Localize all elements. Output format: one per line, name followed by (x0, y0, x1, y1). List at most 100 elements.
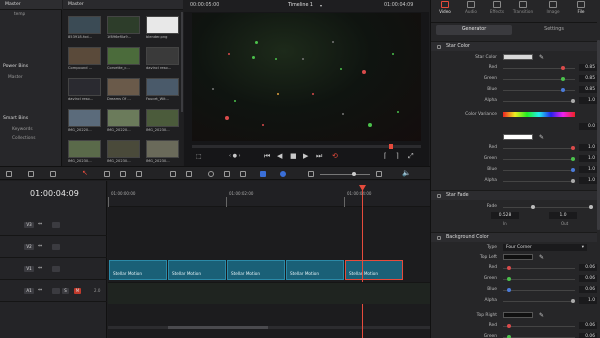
tab-transition[interactable]: Transition (511, 1, 535, 14)
timeline-scrollbar[interactable] (108, 326, 430, 329)
param-knob[interactable] (507, 266, 512, 270)
media-clip[interactable]: 1f896ef0a9... (107, 16, 140, 42)
link-icon[interactable] (224, 171, 230, 177)
current-timecode[interactable]: 01:00:04:09 (30, 189, 79, 198)
param-track[interactable] (503, 101, 575, 102)
param-knob[interactable] (560, 66, 565, 70)
param-knob[interactable] (571, 299, 575, 303)
media-clip[interactable]: IMG_20230... (146, 140, 179, 166)
fullscreen-icon[interactable]: ⤢ (408, 152, 414, 161)
section-star-color[interactable]: Star Color (431, 41, 597, 51)
eyedropper-icon[interactable]: ✎ (539, 54, 544, 61)
param-track[interactable] (503, 268, 575, 269)
scrubber-playhead[interactable] (389, 144, 393, 149)
flag-icon[interactable] (260, 171, 266, 177)
skip-end-icon[interactable]: ⏭ (316, 152, 322, 161)
media-clip[interactable]: IMG_20220... (68, 109, 101, 135)
solo-button[interactable]: S (62, 288, 69, 294)
media-clip[interactable]: IMG_20230... (146, 109, 179, 135)
tab-video[interactable]: Video (433, 1, 457, 14)
section-background-color[interactable]: Background Color (431, 232, 597, 242)
zoom-slider[interactable] (320, 174, 370, 175)
section-toggle-icon[interactable] (437, 45, 441, 49)
section-toggle-icon[interactable] (437, 194, 441, 198)
track-header-v1[interactable]: V1 ⇔ (0, 258, 107, 280)
fade-track[interactable] (503, 207, 593, 208)
zoom-slider-knob[interactable] (352, 172, 356, 176)
tab-generator[interactable]: Generator (436, 25, 512, 35)
param-track[interactable] (503, 170, 575, 171)
top-left-swatch[interactable] (503, 254, 533, 260)
param-track[interactable] (503, 148, 575, 149)
smart-bin-collections[interactable]: Collections (12, 136, 36, 141)
timeline-clip[interactable]: Stellar Motion (109, 260, 167, 280)
link-track-icon[interactable]: ⇔ (38, 221, 42, 227)
media-clip[interactable]: blender.png (146, 16, 179, 42)
track-toggle-icon[interactable] (52, 288, 60, 294)
timeline-area[interactable]: Stellar Motion Stellar Motion Stellar Moti… (108, 181, 430, 338)
viewer-scrubber[interactable] (192, 144, 421, 149)
section-star-fade[interactable]: Star Fade (431, 190, 597, 200)
bin-temp[interactable]: temp (14, 12, 25, 17)
bg-type-select[interactable]: Four Corner ▾ (503, 244, 587, 251)
media-clip[interactable]: Compound ... (68, 47, 101, 73)
param-track[interactable] (503, 290, 575, 291)
selection-tool-icon[interactable]: ↖ (82, 169, 88, 177)
param-knob[interactable] (571, 99, 575, 103)
star-color-swatch[interactable] (503, 54, 533, 60)
timeline-options-icon[interactable] (50, 171, 56, 177)
variance-color-swatch[interactable] (503, 134, 533, 140)
stop-icon[interactable]: ■ (290, 152, 297, 160)
param-knob[interactable] (571, 157, 575, 161)
param-knob[interactable] (571, 168, 575, 172)
track-toggle-icon[interactable] (52, 222, 60, 228)
param-value[interactable]: 0.85 (579, 75, 597, 82)
media-clip[interactable]: Faucet_Wit... (146, 78, 179, 104)
zoom-in-icon[interactable] (376, 171, 382, 177)
insert-clip-icon[interactable] (170, 171, 176, 177)
jog-icon[interactable]: ‹ ● › (229, 153, 241, 159)
timeline-clip[interactable]: Stellar Motion (227, 260, 285, 280)
param-track[interactable] (503, 279, 575, 280)
param-value[interactable]: 1.0 (579, 166, 597, 173)
timeline-scroll-thumb[interactable] (168, 326, 268, 329)
power-bin-master[interactable]: Master (8, 75, 23, 80)
dynamic-trim-icon[interactable] (120, 171, 126, 177)
media-clip[interactable]: IMG_20230... (107, 140, 140, 166)
link-track-icon[interactable]: ⇔ (38, 287, 42, 293)
param-track[interactable] (503, 301, 575, 302)
fade-out-value[interactable]: 1.0 (549, 212, 577, 219)
param-knob[interactable] (507, 277, 512, 281)
section-toggle-icon[interactable] (437, 236, 441, 240)
snapping-icon[interactable] (208, 171, 214, 177)
tab-settings[interactable]: Settings (515, 25, 593, 35)
smart-bin-keywords[interactable]: Keywords (12, 127, 33, 132)
media-clip[interactable]: IMG_20220... (107, 109, 140, 135)
play-reverse-icon[interactable]: ◀ (277, 152, 282, 160)
tab-image[interactable]: Image (541, 1, 565, 14)
eyedropper-icon[interactable]: ✎ (539, 134, 544, 141)
param-track[interactable] (503, 181, 575, 182)
timeline-clip[interactable]: Stellar Motion (286, 260, 344, 280)
color-variance-value[interactable]: 0.0 (579, 123, 597, 130)
color-variance-spectrum[interactable] (503, 112, 575, 117)
track-header-v2[interactable]: V2 ⇔ (0, 236, 107, 258)
mark-in-icon[interactable]: ⌈ (384, 152, 387, 160)
param-track[interactable] (503, 159, 575, 160)
tab-audio[interactable]: Audio (459, 1, 483, 14)
fade-out-knob[interactable] (589, 205, 593, 209)
param-value[interactable]: 0.06 (579, 322, 597, 329)
timeline-clip[interactable]: Stellar Motion (345, 260, 403, 280)
param-value[interactable]: 1.0 (579, 144, 597, 151)
timeline-selector[interactable]: Timeline 1 (288, 3, 313, 8)
link-track-icon[interactable]: ⇔ (38, 265, 42, 271)
param-value[interactable]: 0.85 (579, 64, 597, 71)
param-knob[interactable] (507, 324, 512, 328)
link-track-icon[interactable]: ⇔ (38, 243, 42, 249)
trim-tool-icon[interactable] (104, 171, 110, 177)
track-header-a1[interactable]: A1 ⇔ S M 2.0 (0, 280, 107, 302)
param-knob[interactable] (571, 179, 575, 183)
skip-start-icon[interactable]: ⏮ (264, 152, 270, 161)
track-toggle-icon[interactable] (52, 244, 60, 250)
param-value[interactable]: 1.0 (579, 177, 597, 184)
